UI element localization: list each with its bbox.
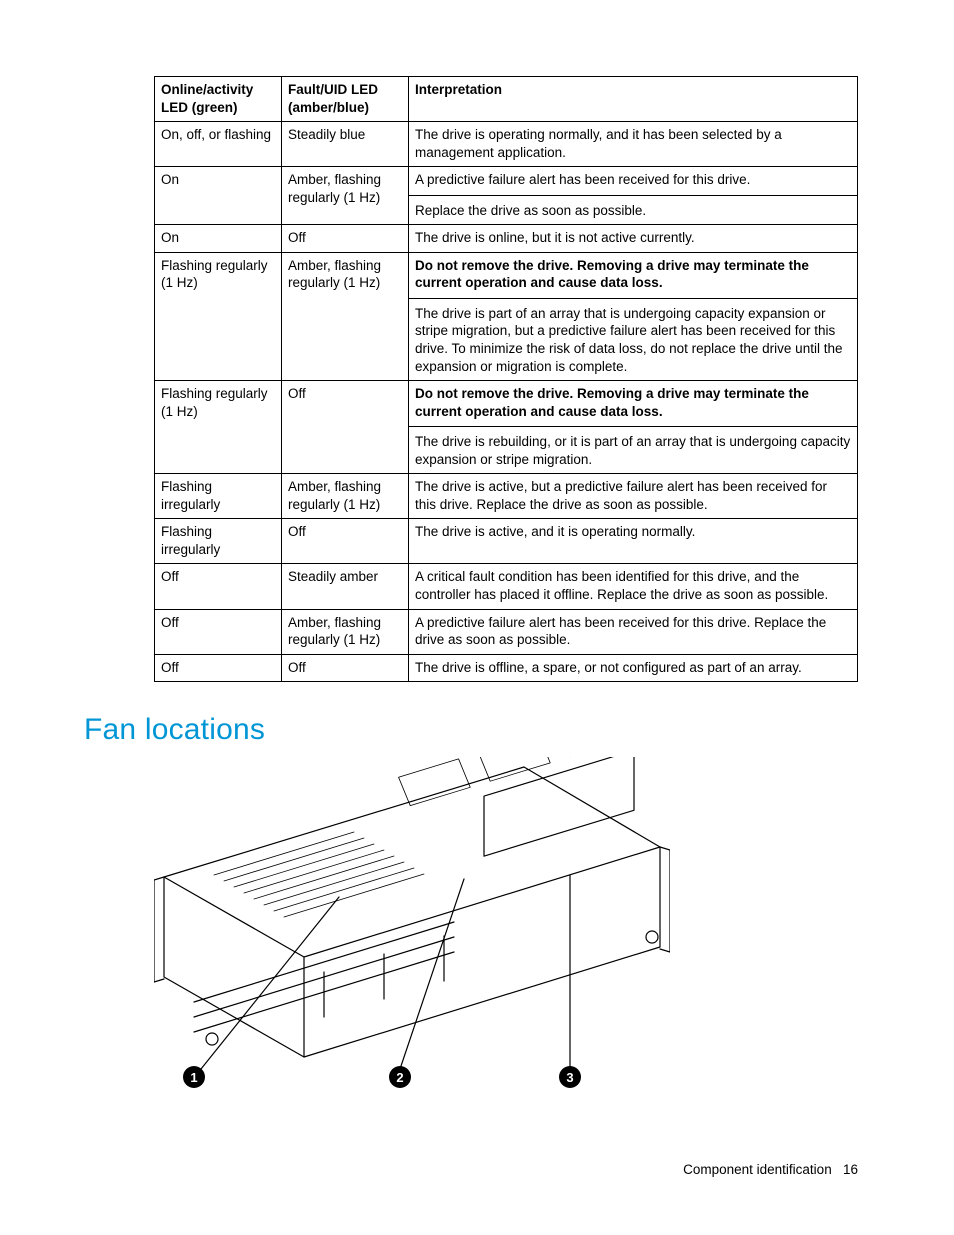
cell-interpretation: The drive is online, but it is not activ… <box>409 225 858 253</box>
interpretation-text: Do not remove the drive. Removing a driv… <box>415 385 851 420</box>
cell-online-activity: On, off, or flashing <box>155 122 282 167</box>
interpretation-separator <box>409 298 857 299</box>
cell-interpretation: The drive is active, and it is operating… <box>409 519 858 564</box>
table-header-row: Online/activity LED (green) Fault/UID LE… <box>155 77 858 122</box>
section-heading-fan-locations: Fan locations <box>84 710 858 751</box>
interpretation-text: The drive is offline, a spare, or not co… <box>415 659 851 677</box>
cell-online-activity: Flashing irregularly <box>155 519 282 564</box>
cell-fault-uid: Amber, flashing regularly (1 Hz) <box>282 474 409 519</box>
interpretation-separator <box>409 195 857 196</box>
cell-fault-uid: Steadily blue <box>282 122 409 167</box>
cell-fault-uid: Off <box>282 381 409 474</box>
cell-interpretation: The drive is operating normally, and it … <box>409 122 858 167</box>
cell-interpretation: The drive is offline, a spare, or not co… <box>409 654 858 682</box>
interpretation-text: A predictive failure alert has been rece… <box>415 171 851 189</box>
cell-interpretation: A predictive failure alert has been rece… <box>409 167 858 225</box>
header-online-activity: Online/activity LED (green) <box>155 77 282 122</box>
header-fault-uid: Fault/UID LED (amber/blue) <box>282 77 409 122</box>
table-row: Flashing regularly (1 Hz)Amber, flashing… <box>155 252 858 380</box>
callout-3: 3 <box>566 1070 573 1085</box>
interpretation-text: The drive is active, and it is operating… <box>415 523 851 541</box>
table-row: OffSteadily amberA critical fault condit… <box>155 564 858 609</box>
cell-interpretation: A critical fault condition has been iden… <box>409 564 858 609</box>
cell-fault-uid: Off <box>282 225 409 253</box>
cell-online-activity: On <box>155 225 282 253</box>
interpretation-text: The drive is rebuilding, or it is part o… <box>415 433 851 468</box>
cell-fault-uid: Amber, flashing regularly (1 Hz) <box>282 252 409 380</box>
interpretation-text: A critical fault condition has been iden… <box>415 568 851 603</box>
footer-section-name: Component identification <box>683 1162 832 1177</box>
table-row: Flashing irregularlyAmber, flashing regu… <box>155 474 858 519</box>
table-row: OffAmber, flashing regularly (1 Hz)A pre… <box>155 609 858 654</box>
led-interpretation-table: Online/activity LED (green) Fault/UID LE… <box>154 76 858 682</box>
interpretation-separator <box>409 426 857 427</box>
cell-online-activity: Off <box>155 609 282 654</box>
interpretation-text: The drive is part of an array that is un… <box>415 305 851 375</box>
cell-online-activity: Off <box>155 564 282 609</box>
page-footer: Component identification 16 <box>683 1161 858 1179</box>
cell-fault-uid: Amber, flashing regularly (1 Hz) <box>282 609 409 654</box>
cell-online-activity: Flashing regularly (1 Hz) <box>155 381 282 474</box>
cell-fault-uid: Amber, flashing regularly (1 Hz) <box>282 167 409 225</box>
interpretation-text: Do not remove the drive. Removing a driv… <box>415 257 851 292</box>
table-row: Flashing regularly (1 Hz)OffDo not remov… <box>155 381 858 474</box>
header-interpretation: Interpretation <box>409 77 858 122</box>
fan-locations-diagram: 1 2 3 <box>154 757 670 1111</box>
callout-2: 2 <box>396 1070 403 1085</box>
cell-fault-uid: Off <box>282 654 409 682</box>
table-row: OnAmber, flashing regularly (1 Hz) A pred… <box>155 167 858 225</box>
cell-interpretation: Do not remove the drive. Removing a driv… <box>409 381 858 474</box>
cell-online-activity: Flashing irregularly <box>155 474 282 519</box>
interpretation-text: A predictive failure alert has been rece… <box>415 614 851 649</box>
cell-online-activity: Off <box>155 654 282 682</box>
footer-page-number: 16 <box>843 1162 858 1177</box>
table-row: OffOff The drive is offline, a spare, or … <box>155 654 858 682</box>
interpretation-text: The drive is online, but it is not activ… <box>415 229 851 247</box>
cell-online-activity: Flashing regularly (1 Hz) <box>155 252 282 380</box>
cell-fault-uid: Off <box>282 519 409 564</box>
interpretation-text: Replace the drive as soon as possible. <box>415 202 851 220</box>
cell-fault-uid: Steadily amber <box>282 564 409 609</box>
table-row: On, off, or flashingSteadily blueThe dri… <box>155 122 858 167</box>
cell-interpretation: The drive is active, but a predictive fa… <box>409 474 858 519</box>
table-row: Flashing irregularlyOff The drive is acti… <box>155 519 858 564</box>
interpretation-text: The drive is active, but a predictive fa… <box>415 478 851 513</box>
interpretation-text: The drive is operating normally, and it … <box>415 126 851 161</box>
cell-interpretation: Do not remove the drive. Removing a driv… <box>409 252 858 380</box>
table-row: OnOff The drive is online, but it is not … <box>155 225 858 253</box>
cell-interpretation: A predictive failure alert has been rece… <box>409 609 858 654</box>
cell-online-activity: On <box>155 167 282 225</box>
callout-1: 1 <box>190 1070 197 1085</box>
